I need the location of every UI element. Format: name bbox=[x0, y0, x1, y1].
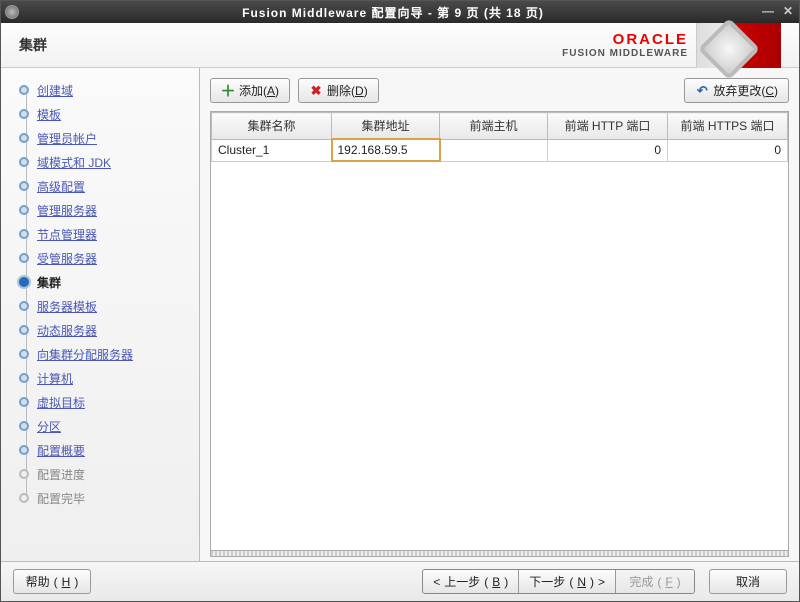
nav-item-11[interactable]: 向集群分配服务器 bbox=[19, 342, 199, 366]
nav-item-label: 节点管理器 bbox=[37, 226, 97, 243]
nav-item-10[interactable]: 动态服务器 bbox=[19, 318, 199, 342]
cell-0-2[interactable] bbox=[440, 139, 548, 161]
nav-item-4[interactable]: 高级配置 bbox=[19, 174, 199, 198]
table-row[interactable]: Cluster_1192.168.59.5 00 bbox=[212, 139, 788, 161]
brand-subtitle: FUSION MIDDLEWARE bbox=[562, 48, 688, 59]
nav-item-8[interactable]: 集群 bbox=[19, 270, 199, 294]
nav-item-label: 模板 bbox=[37, 106, 61, 123]
header: 集群 ORACLE FUSION MIDDLEWARE bbox=[1, 23, 799, 68]
cell-0-3[interactable]: 0 bbox=[548, 139, 668, 161]
delete-button[interactable]: ✖ 删除(D) bbox=[298, 78, 379, 103]
col-header-1[interactable]: 集群地址 bbox=[332, 113, 440, 140]
nav-step-icon bbox=[19, 445, 29, 455]
nav-step-icon bbox=[19, 421, 29, 431]
nav-step-icon bbox=[19, 397, 29, 407]
footer: 帮助(H) < 上一步(B) 下一步(N) > 完成(F) 取消 bbox=[1, 561, 799, 601]
nav-item-2[interactable]: 管理员帐户 bbox=[19, 126, 199, 150]
nav-step-icon bbox=[19, 373, 29, 383]
col-header-2[interactable]: 前端主机 bbox=[440, 113, 548, 140]
nav-item-label: 集群 bbox=[37, 274, 61, 291]
nav-item-7[interactable]: 受管服务器 bbox=[19, 246, 199, 270]
delete-icon: ✖ bbox=[309, 84, 323, 98]
nav-item-label: 域模式和 JDK bbox=[37, 154, 111, 171]
cell-0-1[interactable]: 192.168.59.5 bbox=[332, 139, 440, 161]
nav-step-icon bbox=[19, 493, 29, 503]
nav-item-label: 虚拟目标 bbox=[37, 394, 85, 411]
nav-item-label: 管理服务器 bbox=[37, 202, 97, 219]
nav-item-label: 向集群分配服务器 bbox=[37, 346, 133, 363]
delete-button-label: 删除(D) bbox=[327, 82, 368, 99]
col-header-4[interactable]: 前端 HTTPS 端口 bbox=[668, 113, 788, 140]
add-button-label: 添加(A) bbox=[239, 82, 279, 99]
nav-item-9[interactable]: 服务器模板 bbox=[19, 294, 199, 318]
nav-button-group: < 上一步(B) 下一步(N) > 完成(F) bbox=[422, 569, 695, 594]
cluster-table-container[interactable]: 集群名称集群地址前端主机前端 HTTP 端口前端 HTTPS 端口 Cluste… bbox=[210, 111, 789, 557]
col-header-0[interactable]: 集群名称 bbox=[212, 113, 332, 140]
nav-item-16: 配置进度 bbox=[19, 462, 199, 486]
nav-step-icon bbox=[19, 133, 29, 143]
cell-0-4[interactable]: 0 bbox=[668, 139, 788, 161]
nav-item-label: 分区 bbox=[37, 418, 61, 435]
cell-0-0[interactable]: Cluster_1 bbox=[212, 139, 332, 161]
nav-item-label: 服务器模板 bbox=[37, 298, 97, 315]
nav-item-label: 动态服务器 bbox=[37, 322, 97, 339]
help-button[interactable]: 帮助(H) bbox=[13, 569, 91, 594]
nav-step-icon bbox=[19, 229, 29, 239]
plus-icon: ＋ bbox=[221, 84, 235, 98]
nav-step-icon bbox=[19, 85, 29, 95]
page-title: 集群 bbox=[19, 35, 562, 55]
nav-item-13[interactable]: 虚拟目标 bbox=[19, 390, 199, 414]
nav-item-3[interactable]: 域模式和 JDK bbox=[19, 150, 199, 174]
brand-name: ORACLE bbox=[562, 31, 688, 48]
nav-item-5[interactable]: 管理服务器 bbox=[19, 198, 199, 222]
nav-item-1[interactable]: 模板 bbox=[19, 102, 199, 126]
back-button[interactable]: < 上一步(B) bbox=[423, 570, 519, 593]
app-icon bbox=[5, 5, 19, 19]
nav-item-label: 受管服务器 bbox=[37, 250, 97, 267]
nav-item-15[interactable]: 配置概要 bbox=[19, 438, 199, 462]
finish-button: 完成(F) bbox=[616, 570, 694, 593]
next-button[interactable]: 下一步(N) > bbox=[519, 570, 616, 593]
cancel-button[interactable]: 取消 bbox=[709, 569, 787, 594]
nav-item-14[interactable]: 分区 bbox=[19, 414, 199, 438]
add-button[interactable]: ＋ 添加(A) bbox=[210, 78, 290, 103]
nav-item-label: 配置完毕 bbox=[37, 490, 85, 507]
nav-item-label: 管理员帐户 bbox=[37, 130, 97, 147]
nav-item-label: 创建域 bbox=[37, 82, 73, 99]
nav-step-icon bbox=[19, 301, 29, 311]
nav-step-icon bbox=[19, 181, 29, 191]
nav-step-icon bbox=[19, 205, 29, 215]
toolbar: ＋ 添加(A) ✖ 删除(D) ↶ 放弃更改(C) bbox=[210, 78, 789, 103]
nav-step-icon bbox=[19, 253, 29, 263]
window-title: Fusion Middleware 配置向导 - 第 9 页 (共 18 页) bbox=[25, 4, 761, 21]
nav-item-label: 高级配置 bbox=[37, 178, 85, 195]
brand-graphic bbox=[696, 23, 781, 68]
nav-step-icon bbox=[19, 157, 29, 167]
nav-step-icon bbox=[19, 349, 29, 359]
discard-button[interactable]: ↶ 放弃更改(C) bbox=[684, 78, 789, 103]
nav-step-icon bbox=[19, 277, 29, 287]
nav-step-icon bbox=[19, 325, 29, 335]
app-window: Fusion Middleware 配置向导 - 第 9 页 (共 18 页) … bbox=[0, 0, 800, 602]
nav-item-label: 配置进度 bbox=[37, 466, 85, 483]
nav-item-label: 配置概要 bbox=[37, 442, 85, 459]
brand-logo: ORACLE FUSION MIDDLEWARE bbox=[562, 23, 781, 68]
titlebar[interactable]: Fusion Middleware 配置向导 - 第 9 页 (共 18 页) … bbox=[1, 1, 799, 23]
nav-step-icon bbox=[19, 109, 29, 119]
nav-item-0[interactable]: 创建域 bbox=[19, 78, 199, 102]
discard-button-label: 放弃更改(C) bbox=[713, 82, 778, 99]
undo-icon: ↶ bbox=[695, 84, 709, 98]
resize-handle[interactable] bbox=[211, 550, 788, 556]
col-header-3[interactable]: 前端 HTTP 端口 bbox=[548, 113, 668, 140]
nav-item-17: 配置完毕 bbox=[19, 486, 199, 510]
cluster-table[interactable]: 集群名称集群地址前端主机前端 HTTP 端口前端 HTTPS 端口 Cluste… bbox=[211, 112, 788, 162]
nav-step-icon bbox=[19, 469, 29, 479]
nav-sidebar: 创建域模板管理员帐户域模式和 JDK 高级配置管理服务器节点管理器受管服务器集群服… bbox=[1, 68, 200, 561]
nav-item-12[interactable]: 计算机 bbox=[19, 366, 199, 390]
close-button[interactable]: ✕ bbox=[781, 5, 795, 19]
minimize-button[interactable]: — bbox=[761, 5, 775, 19]
main-panel: ＋ 添加(A) ✖ 删除(D) ↶ 放弃更改(C) 集群名称集群地址前端主机前端… bbox=[200, 68, 799, 561]
nav-item-6[interactable]: 节点管理器 bbox=[19, 222, 199, 246]
nav-item-label: 计算机 bbox=[37, 370, 73, 387]
